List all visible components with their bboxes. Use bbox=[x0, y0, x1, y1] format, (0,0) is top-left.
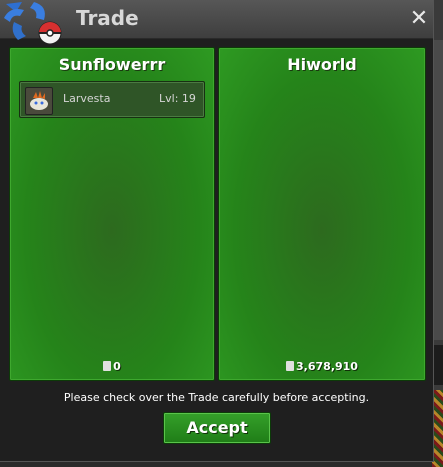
window-title: Trade bbox=[76, 6, 139, 30]
close-icon[interactable]: ✕ bbox=[408, 7, 430, 31]
accept-button[interactable]: Accept bbox=[163, 412, 271, 444]
right-money: 3,678,910 bbox=[219, 360, 425, 373]
right-trade-panel: Hiworld 3,678,910 bbox=[218, 47, 426, 381]
left-money: 0 bbox=[10, 360, 214, 373]
left-trade-panel: Sunflowerrr Larvesta Lvl: 19 0 bbox=[9, 47, 215, 381]
pokemon-name: Larvesta bbox=[63, 92, 111, 105]
trade-notice: Please check over the Trade carefully be… bbox=[63, 391, 370, 404]
trade-logo-icon bbox=[4, 2, 62, 45]
left-money-amount: 0 bbox=[113, 360, 121, 373]
right-money-amount: 3,678,910 bbox=[296, 360, 358, 373]
left-player-name: Sunflowerrr bbox=[58, 55, 166, 74]
right-player-name: Hiworld bbox=[287, 55, 357, 74]
trade-pokemon-item[interactable]: Larvesta Lvl: 19 bbox=[19, 81, 205, 118]
money-icon bbox=[103, 361, 112, 371]
money-icon bbox=[286, 361, 295, 371]
larvesta-sprite-icon bbox=[25, 87, 53, 115]
pokemon-level: Lvl: 19 bbox=[159, 92, 196, 105]
trade-window: Trade ✕ Sunflowerrr Larvesta Lvl: 19 0 H… bbox=[0, 0, 434, 462]
